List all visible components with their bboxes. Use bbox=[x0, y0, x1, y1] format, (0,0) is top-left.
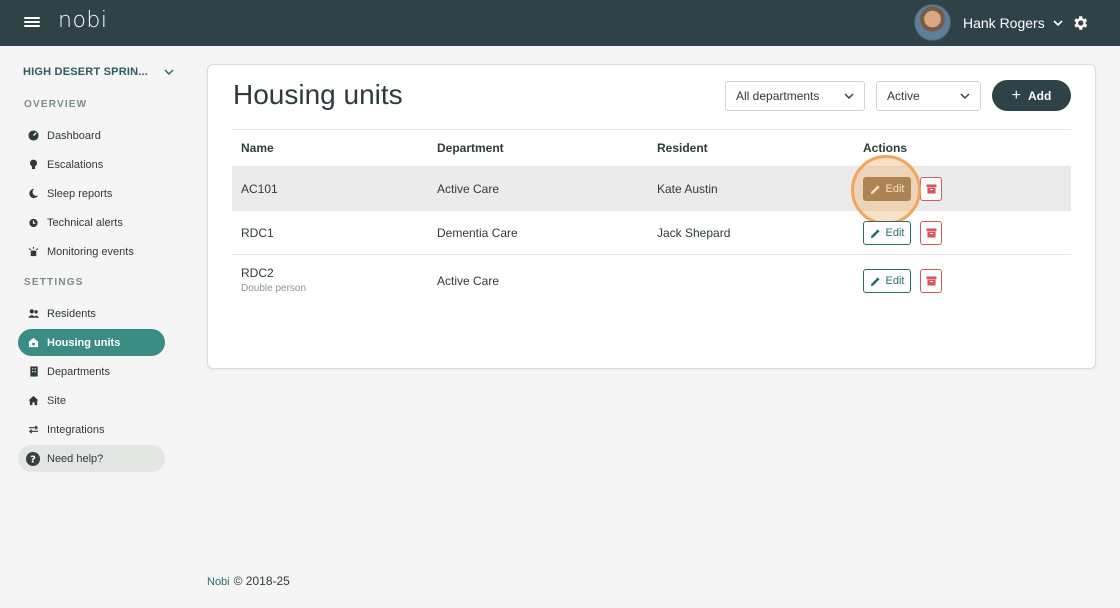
alarm-clock-icon bbox=[28, 217, 39, 228]
sidebar-item-label: Dashboard bbox=[47, 129, 101, 142]
edit-button-label: Edit bbox=[885, 183, 905, 195]
site-selector[interactable]: HIGH DESERT SPRIN... bbox=[23, 66, 174, 78]
department-filter-value: All departments bbox=[736, 89, 820, 103]
app-logo[interactable]: nobi bbox=[58, 8, 107, 33]
column-header-resident[interactable]: Resident bbox=[657, 141, 708, 155]
avatar bbox=[914, 4, 951, 41]
pencil-icon bbox=[870, 228, 880, 238]
section-overview: OVERVIEW bbox=[24, 99, 88, 110]
edit-button[interactable]: Edit bbox=[863, 177, 911, 201]
delete-button[interactable] bbox=[920, 269, 942, 293]
lightbulb-icon bbox=[28, 159, 39, 170]
unit-resident: Jack Shepard bbox=[657, 226, 731, 240]
sidebar-item-housing-units[interactable]: Housing units bbox=[18, 329, 165, 356]
status-filter-value: Active bbox=[887, 89, 920, 103]
column-header-department[interactable]: Department bbox=[437, 141, 504, 155]
footer: Nobi © 2018-25 bbox=[207, 574, 290, 588]
pencil-icon bbox=[870, 276, 880, 286]
table-row[interactable]: RDC2 Double person Active Care Edit bbox=[232, 255, 1071, 307]
housing-units-table: Name Department Resident Actions AC101 A… bbox=[232, 129, 1071, 307]
add-button-label: Add bbox=[1028, 88, 1052, 103]
user-name: Hank Rogers bbox=[963, 14, 1045, 31]
chevron-down-icon bbox=[1053, 19, 1063, 26]
section-settings: SETTINGS bbox=[24, 277, 84, 288]
table-row[interactable]: RDC1 Dementia Care Jack Shepard Edit bbox=[232, 211, 1071, 255]
sidebar-item-monitoring-events[interactable]: Monitoring events bbox=[18, 238, 165, 265]
chevron-down-icon bbox=[960, 93, 970, 99]
unit-name-cell: RDC2 Double person bbox=[241, 266, 306, 294]
edit-button-label: Edit bbox=[885, 227, 905, 239]
unit-name: AC101 bbox=[241, 182, 278, 196]
hamburger-menu-icon[interactable] bbox=[24, 15, 40, 31]
sidebar-item-sleep-reports[interactable]: Sleep reports bbox=[18, 180, 165, 207]
sidebar-item-escalations[interactable]: Escalations bbox=[18, 151, 165, 178]
unit-resident: Kate Austin bbox=[657, 182, 718, 196]
sidebar-item-site[interactable]: Site bbox=[18, 387, 165, 414]
moon-icon bbox=[28, 188, 39, 199]
archive-icon bbox=[926, 228, 936, 238]
sidebar-item-residents[interactable]: Residents bbox=[18, 300, 165, 327]
column-header-actions: Actions bbox=[863, 141, 908, 155]
unit-name: RDC1 bbox=[241, 226, 274, 240]
top-bar: nobi Hank Rogers bbox=[0, 0, 1120, 46]
house-icon bbox=[28, 337, 39, 348]
chevron-down-icon bbox=[164, 69, 174, 75]
sidebar-item-label: Sleep reports bbox=[47, 187, 113, 200]
add-button[interactable]: + Add bbox=[992, 80, 1071, 111]
sidebar-item-label: Monitoring events bbox=[47, 245, 134, 258]
sidebar-item-technical-alerts[interactable]: Technical alerts bbox=[18, 209, 165, 236]
status-filter[interactable]: Active bbox=[876, 81, 981, 111]
broadcast-icon bbox=[28, 246, 39, 257]
dashboard-icon bbox=[28, 130, 39, 141]
sidebar-item-label: Departments bbox=[47, 365, 110, 378]
archive-icon bbox=[926, 276, 936, 286]
question-icon: ? bbox=[26, 451, 40, 466]
sidebar-item-label: Integrations bbox=[47, 423, 105, 436]
sidebar-item-label: Technical alerts bbox=[47, 216, 123, 229]
gear-icon[interactable] bbox=[1071, 14, 1089, 32]
delete-button[interactable] bbox=[920, 177, 942, 201]
sidebar-item-integrations[interactable]: Integrations bbox=[18, 416, 165, 443]
table-header: Name Department Resident Actions bbox=[232, 129, 1071, 167]
sidebar-item-departments[interactable]: Departments bbox=[18, 358, 165, 385]
unit-subtitle: Double person bbox=[241, 283, 307, 294]
edit-button-label: Edit bbox=[885, 275, 905, 287]
sidebar-item-label: Housing units bbox=[47, 336, 121, 349]
footer-brand-link[interactable]: Nobi bbox=[207, 576, 230, 588]
unit-name: RDC2 bbox=[241, 266, 274, 280]
edit-button[interactable]: Edit bbox=[863, 269, 911, 293]
sidebar-item-label: Escalations bbox=[47, 158, 104, 171]
home-icon bbox=[28, 395, 39, 406]
department-filter[interactable]: All departments bbox=[725, 81, 865, 111]
building-icon bbox=[28, 366, 39, 377]
site-name: HIGH DESERT SPRIN... bbox=[23, 66, 149, 78]
column-header-name[interactable]: Name bbox=[241, 141, 274, 155]
archive-icon bbox=[926, 184, 936, 194]
sidebar-item-dashboard[interactable]: Dashboard bbox=[18, 122, 165, 149]
sidebar-item-label: Residents bbox=[47, 307, 96, 320]
footer-copyright: © 2018-25 bbox=[233, 574, 290, 588]
unit-department: Active Care bbox=[437, 182, 500, 196]
edit-button[interactable]: Edit bbox=[863, 221, 911, 245]
unit-department: Active Care bbox=[437, 274, 500, 288]
users-icon bbox=[28, 308, 39, 319]
chevron-down-icon bbox=[844, 93, 854, 99]
delete-button[interactable] bbox=[920, 221, 942, 245]
housing-units-card: Housing units All departments Active + A… bbox=[207, 64, 1096, 369]
table-row[interactable]: AC101 Active Care Kate Austin Edit bbox=[232, 155, 1071, 225]
sidebar: HIGH DESERT SPRIN... OVERVIEW Dashboard … bbox=[0, 46, 200, 608]
svg-text:?: ? bbox=[30, 454, 36, 465]
arrows-icon bbox=[28, 424, 39, 435]
pencil-icon bbox=[870, 184, 880, 194]
user-menu[interactable]: Hank Rogers bbox=[914, 4, 1063, 41]
sidebar-item-label: Site bbox=[47, 394, 66, 407]
help-button[interactable]: ? Need help? bbox=[18, 445, 165, 472]
help-label: Need help? bbox=[47, 452, 104, 465]
plus-icon: + bbox=[1011, 86, 1021, 104]
page-title: Housing units bbox=[233, 79, 403, 110]
unit-department: Dementia Care bbox=[437, 226, 518, 240]
